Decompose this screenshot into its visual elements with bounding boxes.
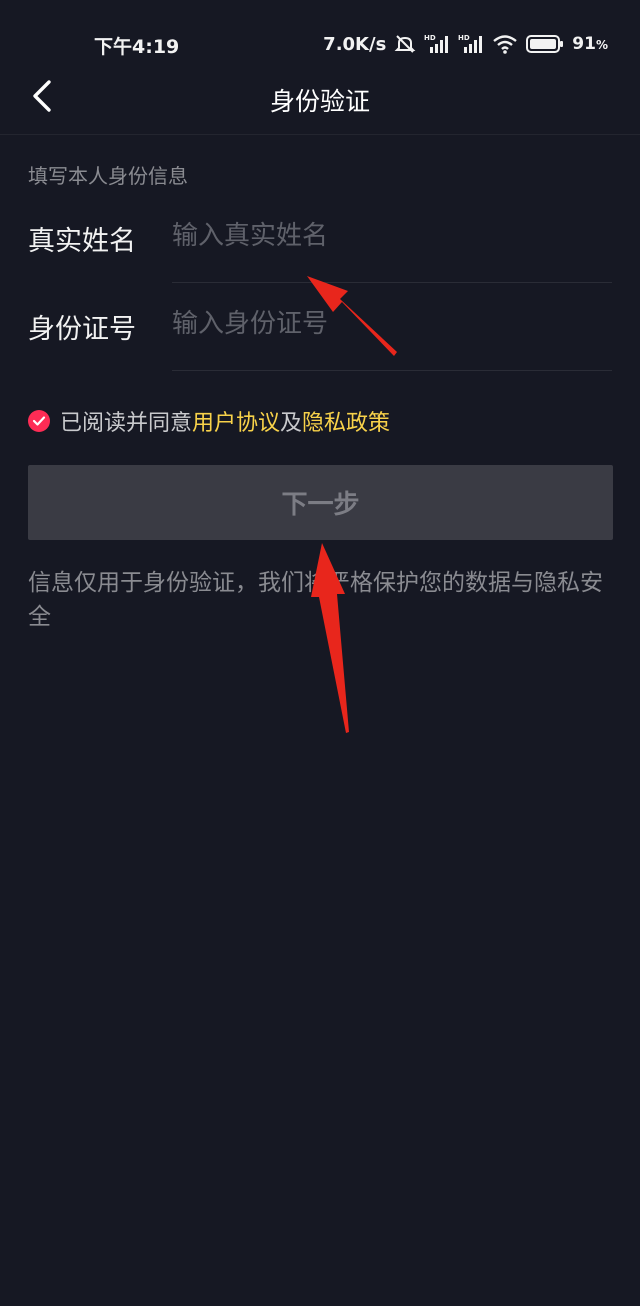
battery-icon — [526, 34, 564, 54]
name-row: 真实姓名 — [28, 195, 612, 283]
svg-text:HD: HD — [424, 34, 436, 42]
user-agreement-link[interactable]: 用户协议 — [192, 405, 280, 437]
agreement-conjunction: 及 — [280, 411, 303, 436]
check-icon — [32, 416, 46, 426]
wifi-icon — [492, 33, 518, 55]
status-indicators: 7.0K/s HD HD 91% — [323, 30, 608, 58]
status-time: 下午4:19 — [94, 36, 180, 58]
battery-suffix: % — [595, 38, 608, 52]
page-title: 身份验证 — [269, 87, 370, 116]
id-label: 身份证号 — [28, 314, 136, 345]
id-divider — [172, 370, 612, 371]
mute-icon — [394, 33, 416, 55]
signal-hd-2-icon: HD — [458, 33, 484, 55]
name-label: 真实姓名 — [28, 226, 136, 257]
privacy-note: 信息仅用于身份验证，我们将严格保护您的数据与隐私安全 — [28, 570, 603, 630]
agreement-checkbox[interactable] — [28, 410, 50, 432]
network-speed: 7.0K/s — [323, 33, 387, 55]
privacy-policy-link[interactable]: 隐私政策 — [302, 405, 390, 437]
next-step-button[interactable]: 下一步 — [28, 465, 613, 540]
id-number-input[interactable] — [172, 301, 592, 347]
battery-value: 91 — [572, 34, 596, 54]
section-hint: 填写本人身份信息 — [28, 164, 188, 188]
id-row: 身份证号 — [28, 283, 612, 371]
battery-percentage: 91% — [572, 34, 608, 54]
agreement-prefix: 已阅读并同意 — [60, 411, 193, 436]
svg-text:HD: HD — [458, 34, 470, 42]
signal-hd-icon: HD — [424, 33, 450, 55]
nav-bar: 身份验证 — [0, 62, 640, 135]
agreement-row: 已阅读并同意 用户协议 及 隐私政策 — [28, 404, 390, 438]
name-input[interactable] — [172, 213, 592, 259]
